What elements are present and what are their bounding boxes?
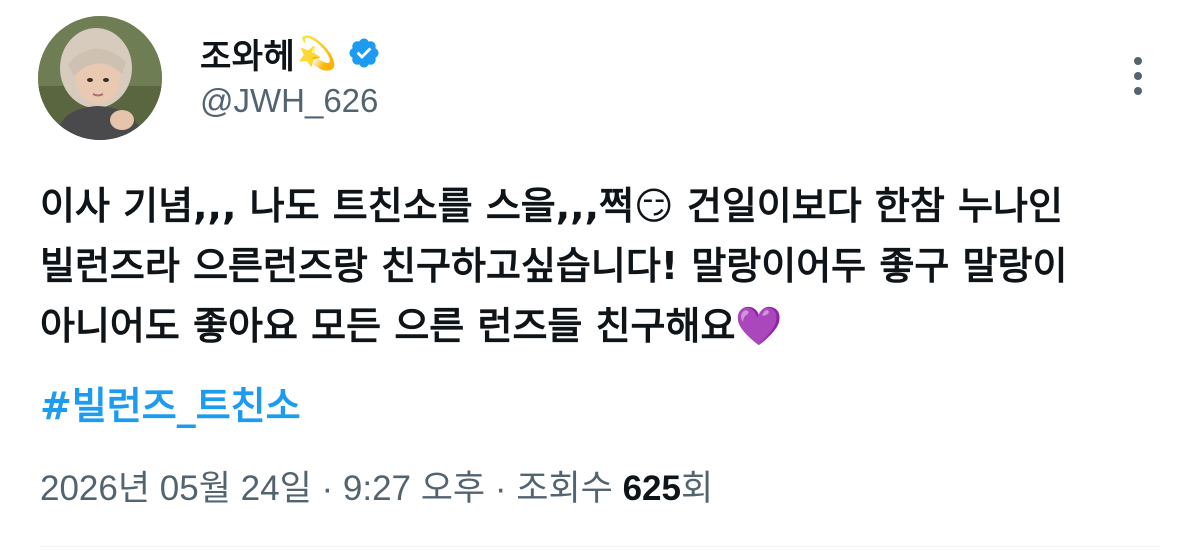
display-name[interactable]: 조와헤 — [200, 29, 295, 78]
hashtag-link[interactable]: #빌런즈_트친소 — [40, 375, 301, 430]
profile-photo-icon — [38, 16, 162, 140]
tweet-time[interactable]: 9:27 오후 — [343, 469, 485, 508]
dizzy-emoji-icon: 💫 — [297, 34, 338, 72]
tweet-card: 조와헤 💫 @JWH_626 이사 기념,,, 나도 트친소를 스을,,,쩍😏 … — [0, 0, 1200, 551]
dot — [1134, 57, 1142, 65]
tweet-meta: 2026년 05월 24일 · 9:27 오후 · 조회수 625회 — [40, 460, 713, 511]
divider — [40, 546, 1160, 547]
tweet-text: 이사 기념,,, 나도 트친소를 스을,,,쩍😏 건일이보다 한참 누나인 빌런… — [40, 176, 1160, 356]
verified-badge-icon — [347, 36, 381, 70]
tweet-text-line: 아니어도 좋아요 모든 으른 런즈들 친구해요💜 — [40, 304, 783, 348]
views-label: 조회수 — [516, 469, 623, 508]
author-name-row[interactable]: 조와헤 💫 — [200, 28, 381, 78]
avatar[interactable] — [38, 16, 162, 140]
meta-separator: · — [311, 469, 343, 508]
dot — [1134, 87, 1142, 95]
dot — [1134, 72, 1142, 80]
user-handle[interactable]: @JWH_626 — [200, 82, 378, 120]
tweet-text-line: 빌런즈라 으른런즈랑 친구하고싶습니다! 말랑이어두 좋구 말랑이 — [40, 244, 1068, 288]
meta-separator: · — [485, 469, 517, 508]
views-count: 625 — [622, 469, 681, 508]
views-suffix: 회 — [680, 469, 714, 508]
tweet-text-line: 이사 기념,,, 나도 트친소를 스을,,,쩍😏 건일이보다 한참 누나인 — [40, 184, 1063, 228]
tweet-date[interactable]: 2026년 05월 24일 — [40, 469, 312, 508]
more-options-icon[interactable] — [1120, 40, 1156, 112]
